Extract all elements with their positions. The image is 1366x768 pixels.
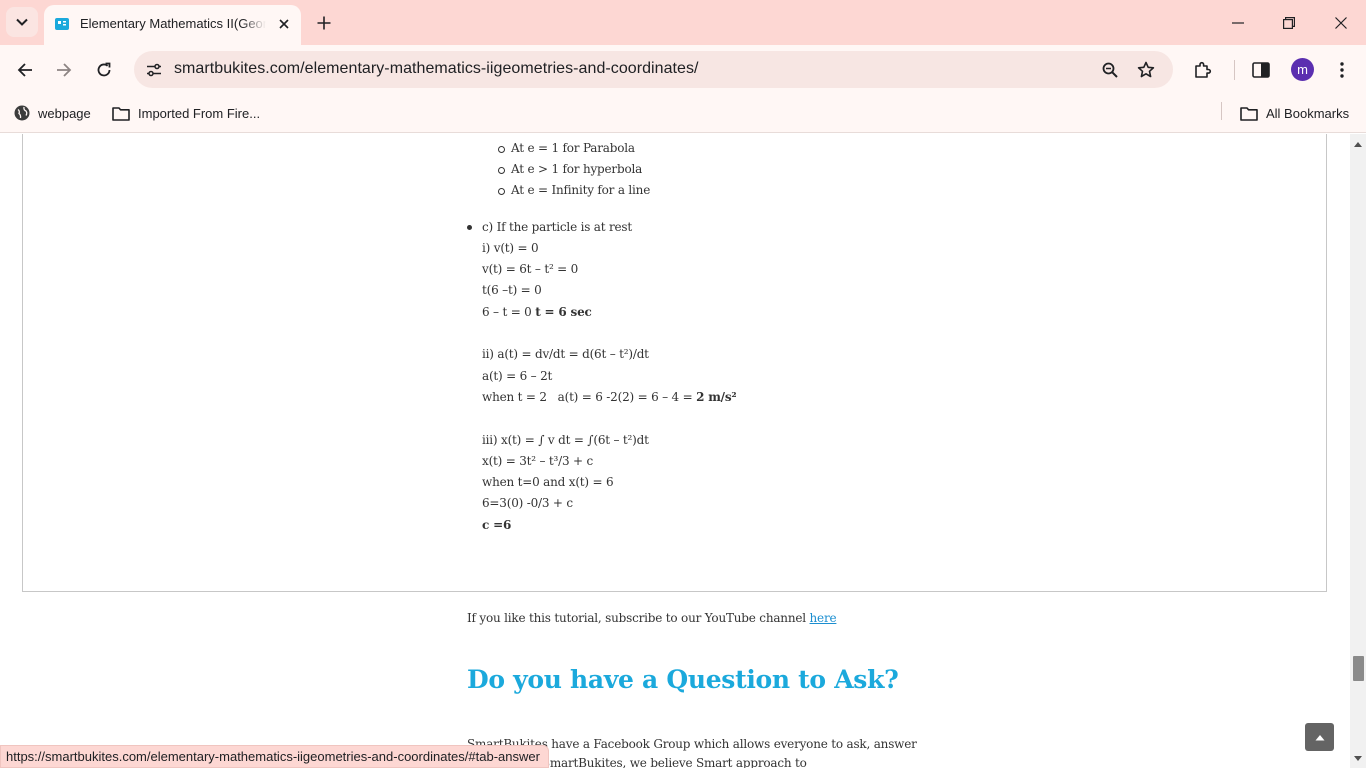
plus-icon — [317, 16, 331, 30]
bookmark-folder-imported[interactable]: Imported From Fire... — [112, 102, 260, 124]
solution-text: when t = 2 a(t) = 6 -2(2) = 6 – 4 = — [482, 390, 697, 404]
solution-line: 6=3(0) -0/3 + c — [482, 496, 573, 510]
answer-panel — [22, 134, 1327, 592]
solution-line: i) v(t) = 0 — [482, 241, 539, 255]
list-item: At e = Infinity for a line — [498, 180, 650, 201]
solution-line: iii) x(t) = ∫ v dt = ∫(6t – t²)dt — [482, 433, 649, 447]
triangle-up-icon — [1354, 141, 1362, 147]
close-tab-button[interactable] — [274, 14, 294, 34]
reload-button[interactable] — [91, 57, 117, 83]
arrow-left-icon — [17, 63, 32, 77]
new-tab-button[interactable] — [312, 11, 336, 35]
scroll-thumb[interactable] — [1353, 656, 1364, 681]
address-bar[interactable]: smartbukites.com/elementary-mathematics-… — [134, 51, 1173, 88]
youtube-subscribe-text: If you like this tutorial, subscribe to … — [467, 611, 837, 625]
solution-line: a(t) = 6 – 2t — [482, 369, 553, 383]
browser-toolbar: smartbukites.com/elementary-mathematics-… — [0, 45, 1366, 95]
site-favicon-icon — [55, 18, 69, 30]
solution-line: when t=0 and x(t) = 6 — [482, 475, 614, 489]
solution-line: t(6 –t) = 0 — [482, 283, 542, 297]
forward-button[interactable] — [51, 57, 77, 83]
scroll-up-arrow[interactable] — [1353, 139, 1363, 149]
url-text[interactable]: smartbukites.com/elementary-mathematics-… — [174, 60, 699, 78]
folder-icon — [1240, 106, 1258, 121]
tab-search-button[interactable] — [6, 7, 38, 37]
restore-button[interactable] — [1264, 0, 1314, 45]
bookmarks-divider — [1221, 102, 1222, 120]
all-bookmarks-button[interactable]: All Bookmarks — [1240, 102, 1349, 124]
part-c-heading: c) If the particle is at rest — [482, 220, 633, 234]
tune-icon — [147, 63, 161, 77]
chevron-down-icon — [16, 18, 28, 26]
folder-icon — [112, 106, 130, 121]
side-panel-icon — [1252, 62, 1270, 78]
solution-line: x(t) = 3t² – t³/3 + c — [482, 454, 594, 468]
site-info-button[interactable] — [142, 58, 166, 82]
bookmarks-bar: webpage Imported From Fire... All Bookma… — [0, 95, 1366, 133]
profile-avatar[interactable]: m — [1291, 58, 1314, 81]
solution-answer: c =6 — [482, 518, 512, 532]
solution-line: v(t) = 6t – t² = 0 — [482, 262, 579, 276]
zoom-button[interactable] — [1098, 58, 1122, 82]
globe-icon — [14, 105, 30, 121]
list-item: At e > 1 for hyperbola — [498, 159, 650, 180]
eccentricity-list: At e = 1 for Parabola At e > 1 for hyper… — [498, 138, 650, 201]
bookmark-star-button[interactable] — [1134, 58, 1158, 82]
bookmark-webpage[interactable]: webpage — [14, 102, 91, 124]
minimize-icon — [1232, 21, 1244, 24]
back-button[interactable] — [12, 57, 38, 83]
close-window-button[interactable] — [1316, 0, 1366, 45]
zoom-icon — [1102, 62, 1118, 78]
page-viewport: At e = 1 for Parabola At e > 1 for hyper… — [0, 134, 1350, 768]
solution-line-result: when t = 2 a(t) = 6 -2(2) = 6 – 4 = 2 m/… — [482, 389, 737, 405]
solution-text: 6 – t = 0 — [482, 305, 536, 319]
youtube-text: If you like this tutorial, subscribe to … — [467, 611, 810, 625]
tab-title: Elementary Mathematics II(Geometries and… — [80, 16, 266, 34]
puzzle-icon — [1195, 61, 1212, 78]
solution-line-result: 6 – t = 0 t = 6 sec — [482, 304, 592, 320]
active-tab[interactable]: Elementary Mathematics II(Geometries and… — [44, 5, 301, 45]
solution-answer: 2 m/s² — [696, 390, 737, 404]
scroll-down-arrow[interactable] — [1353, 753, 1363, 763]
restore-icon — [1283, 16, 1295, 29]
more-vertical-icon — [1340, 62, 1344, 78]
all-bookmarks-label: All Bookmarks — [1266, 105, 1350, 121]
question-heading: Do you have a Question to Ask? — [467, 665, 899, 694]
tab-strip: Elementary Mathematics II(Geometries and… — [0, 0, 1366, 45]
list-bullet — [467, 225, 472, 230]
link-status-bar: https://smartbukites.com/elementary-math… — [0, 745, 549, 768]
close-icon — [1335, 16, 1347, 29]
arrow-right-icon — [57, 63, 72, 77]
back-to-top-button[interactable] — [1305, 723, 1334, 751]
close-icon — [279, 19, 289, 29]
extensions-button[interactable] — [1190, 57, 1216, 83]
youtube-link[interactable]: here — [810, 611, 837, 625]
chevron-up-icon — [1315, 734, 1324, 740]
toolbar-divider — [1234, 60, 1235, 80]
solution-answer: t = 6 sec — [535, 305, 592, 319]
reload-icon — [97, 62, 111, 77]
solution-line-result: c =6 — [482, 517, 511, 533]
triangle-down-icon — [1354, 755, 1362, 761]
page-scrollbar[interactable] — [1350, 134, 1366, 768]
minimize-button[interactable] — [1213, 0, 1263, 45]
solution-line: ii) a(t) = dv/dt = d(6t – t²)/dt — [482, 347, 649, 361]
side-panel-button[interactable] — [1248, 57, 1274, 83]
list-item: At e = 1 for Parabola — [498, 138, 650, 159]
bookmark-label: Imported From Fire... — [138, 105, 261, 121]
bookmark-label: webpage — [38, 105, 91, 121]
star-icon — [1137, 61, 1155, 78]
menu-button[interactable] — [1329, 57, 1355, 83]
